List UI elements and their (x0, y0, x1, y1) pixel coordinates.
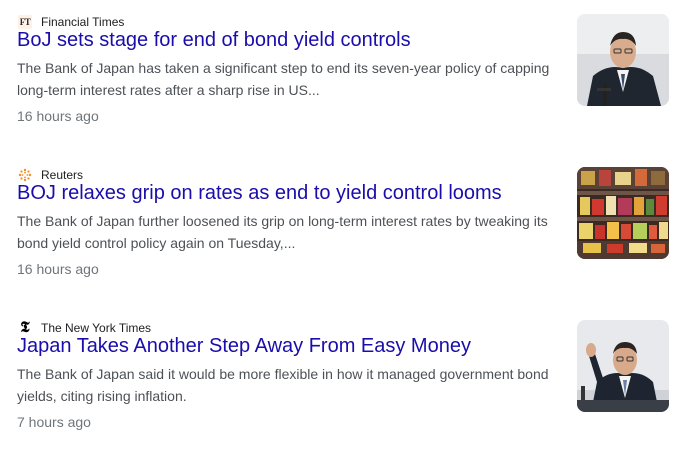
news-thumbnail[interactable] (577, 167, 669, 259)
news-thumbnail[interactable] (577, 14, 669, 106)
news-timestamp: 16 hours ago (17, 108, 99, 124)
market-shelves-image (577, 167, 669, 259)
news-item[interactable]: FT Financial Times BoJ sets stage for en… (0, 0, 693, 153)
news-title-link[interactable]: BOJ relaxes grip on rates as end to yiel… (17, 179, 502, 207)
news-thumbnail[interactable] (577, 320, 669, 412)
man-raising-hand-image (577, 320, 669, 412)
man-at-podium-image (577, 14, 669, 106)
news-title-link[interactable]: BoJ sets stage for end of bond yield con… (17, 26, 411, 54)
news-title-link[interactable]: Japan Takes Another Step Away From Easy … (17, 332, 471, 360)
news-snippet: The Bank of Japan has taken a significan… (17, 60, 550, 98)
news-timestamp: 7 hours ago (17, 414, 91, 430)
news-item[interactable]: 𝕿 The New York Times Japan Takes Another… (0, 306, 693, 459)
news-item[interactable]: Reuters BOJ relaxes grip on rates as end… (0, 153, 693, 306)
news-snippet: The Bank of Japan further loosened its g… (17, 213, 548, 251)
news-timestamp: 16 hours ago (17, 261, 99, 277)
news-snippet: The Bank of Japan said it would be more … (17, 366, 549, 404)
